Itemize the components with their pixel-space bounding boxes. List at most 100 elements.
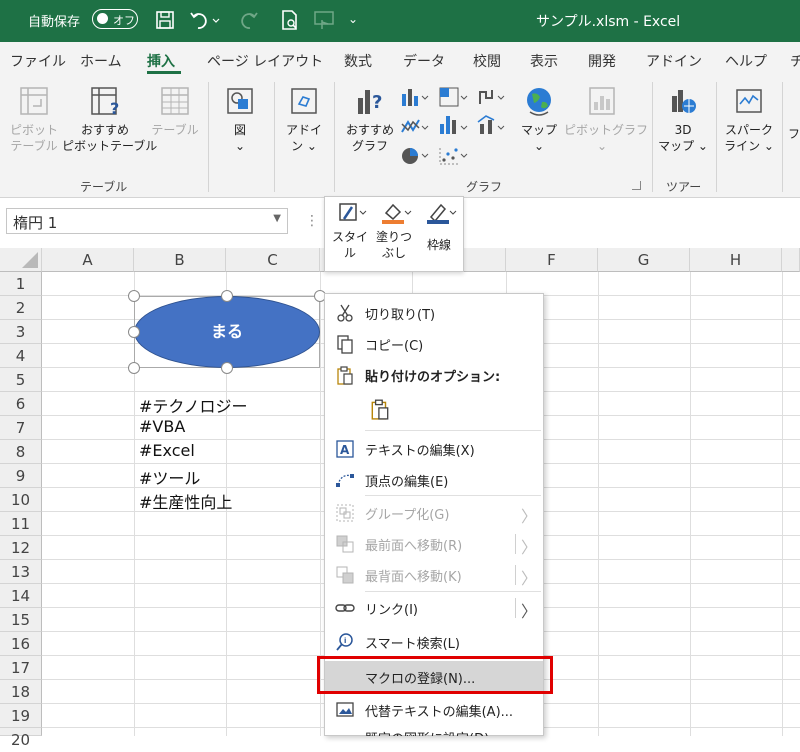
row-header[interactable]: 11 [0,512,42,536]
menu-item-cut[interactable]: 切り取り(T) [325,297,543,328]
recommended-charts-button[interactable]: ? おすすめ グラフ [342,84,398,154]
menu-separator [365,430,541,431]
print-preview-icon[interactable] [278,8,300,32]
tab-view[interactable]: 表示 [530,51,558,71]
submenu-chevron-icon[interactable]: 〉 [521,598,537,622]
select-all-corner[interactable] [0,248,42,272]
column-header-g[interactable]: G [598,248,690,272]
qat-customize-icon[interactable]: ⌄ [348,12,358,36]
column-header-a[interactable]: A [42,248,134,272]
recommended-pivot-label-2: ピボットテーブル [62,139,158,153]
edit-points-icon [336,474,354,487]
menu-item-label: 最背面へ移動(K) [365,570,462,585]
recommended-pivot-button[interactable]: ? おすすめ ピボットテーブル [62,84,158,154]
paste-option-keep-source[interactable] [325,392,543,426]
resize-handle-top[interactable] [221,290,233,302]
menu-item-link[interactable]: リンク(I) 〉 [325,592,543,623]
tab-home[interactable]: ホーム [80,51,122,71]
ribbon-separator [716,82,717,192]
addins-label-1: アドイ [285,123,322,137]
menu-item-set-default-shape[interactable]: 既定の図形に設定(D) [325,724,543,736]
shape-fill-button[interactable]: 塗りつ ぶし [373,201,415,261]
row-header[interactable]: 12 [0,536,42,560]
column-header-h[interactable]: H [690,248,782,272]
cell-b6[interactable]: #テクノロジー [139,393,247,417]
chart-types-icon-grid[interactable] [400,86,514,172]
shape-style-button[interactable]: スタイ ル [329,201,371,261]
resize-handle-left[interactable] [128,326,140,338]
row-header[interactable]: 14 [0,584,42,608]
tab-formulas[interactable]: 数式 [344,51,372,71]
cell-b7[interactable]: #VBA [139,417,185,436]
resize-handle-top-left[interactable] [128,290,140,302]
tab-partial[interactable]: チ [790,51,800,71]
recommended-pivot-label-1: おすすめ [80,123,129,137]
name-box-dropdown-icon[interactable]: ▼ [273,213,281,224]
cell-b10[interactable]: #生産性向上 [139,489,232,513]
menu-item-edit-points[interactable]: 頂点の編集(E) [325,464,543,495]
row-header[interactable]: 20 [0,728,42,749]
row-header[interactable]: 9 [0,464,42,488]
tab-developer[interactable]: 開発 [588,51,616,71]
cell-b9[interactable]: #ツール [139,465,200,489]
row-header[interactable]: 7 [0,416,42,440]
row-header[interactable]: 18 [0,680,42,704]
bring-to-front-icon [336,535,354,553]
illustrations-button[interactable]: 図 ⌄ [218,84,262,154]
autosave-toggle[interactable]: オフ [92,9,138,29]
tab-review[interactable]: 校閲 [473,51,501,71]
ellipse-shape[interactable]: まる [134,296,320,368]
tab-data[interactable]: データ [403,51,445,71]
row-header[interactable]: 13 [0,560,42,584]
menu-item-edit-alt-text[interactable]: 代替テキストの編集(A)... [325,694,543,725]
menu-item-copy[interactable]: コピー(C) [325,328,543,359]
tab-page-layout[interactable]: ページ レイアウト [207,51,323,71]
row-header[interactable]: 6 [0,392,42,416]
row-header[interactable]: 4 [0,344,42,368]
addins-button[interactable]: アドイ ン ⌄ [282,84,326,154]
row-header[interactable]: 15 [0,608,42,632]
3d-map-button[interactable]: 3D マップ ⌄ [658,84,708,154]
split-separator [515,565,516,585]
menu-item-label: 貼り付けのオプション: [365,370,501,385]
menu-item-edit-text[interactable]: A テキストの編集(X) [325,433,543,464]
row-header[interactable]: 2 [0,296,42,320]
column-header-c[interactable]: C [226,248,320,272]
cell-b8[interactable]: #Excel [139,441,195,460]
sparklines-button[interactable]: スパーク ライン ⌄ [722,84,776,154]
row-header[interactable]: 3 [0,320,42,344]
name-box[interactable]: 楕円 1 ▼ [6,208,288,234]
resize-handle-bottom-left[interactable] [128,362,140,374]
toggle-knob-icon [97,13,108,24]
ribbon-separator [334,82,335,192]
undo-icon[interactable] [188,8,222,32]
row-header[interactable]: 8 [0,440,42,464]
row-header[interactable]: 16 [0,632,42,656]
row-header[interactable]: 10 [0,488,42,512]
menu-item-label: テキストの編集(X) [365,444,475,459]
shape-outline-button[interactable]: 枠線 [417,201,461,253]
tab-help[interactable]: ヘルプ [725,51,767,71]
menu-item-label: 最前面へ移動(R) [365,539,463,554]
column-header-b[interactable]: B [134,248,226,272]
column-header-f[interactable]: F [506,248,598,272]
map-chart-button[interactable]: マップ ⌄ [518,84,560,154]
row-header[interactable]: 19 [0,704,42,728]
row-header[interactable]: 5 [0,368,42,392]
save-icon[interactable] [154,8,176,32]
resize-handle-bottom[interactable] [221,362,233,374]
tab-addins[interactable]: アドイン [646,51,702,71]
filter-button-partial[interactable]: フ [788,126,800,142]
row-header[interactable]: 1 [0,272,42,296]
recommended-pivot-icon: ? [91,87,119,118]
menu-separator [365,495,541,496]
pivot-chart-icon [589,87,615,115]
submenu-chevron-icon: 〉 [521,538,538,557]
row-header[interactable]: 17 [0,656,42,680]
tab-file[interactable]: ファイル [10,51,66,71]
menu-item-smart-lookup[interactable]: i スマート検索(L) [325,626,543,657]
tab-insert[interactable]: 挿入 [147,51,175,71]
column-header-partial[interactable] [782,248,800,272]
pivot-chart-button: ピボットグラフ ⌄ [564,84,648,154]
charts-dialog-launcher-icon[interactable] [632,181,641,190]
